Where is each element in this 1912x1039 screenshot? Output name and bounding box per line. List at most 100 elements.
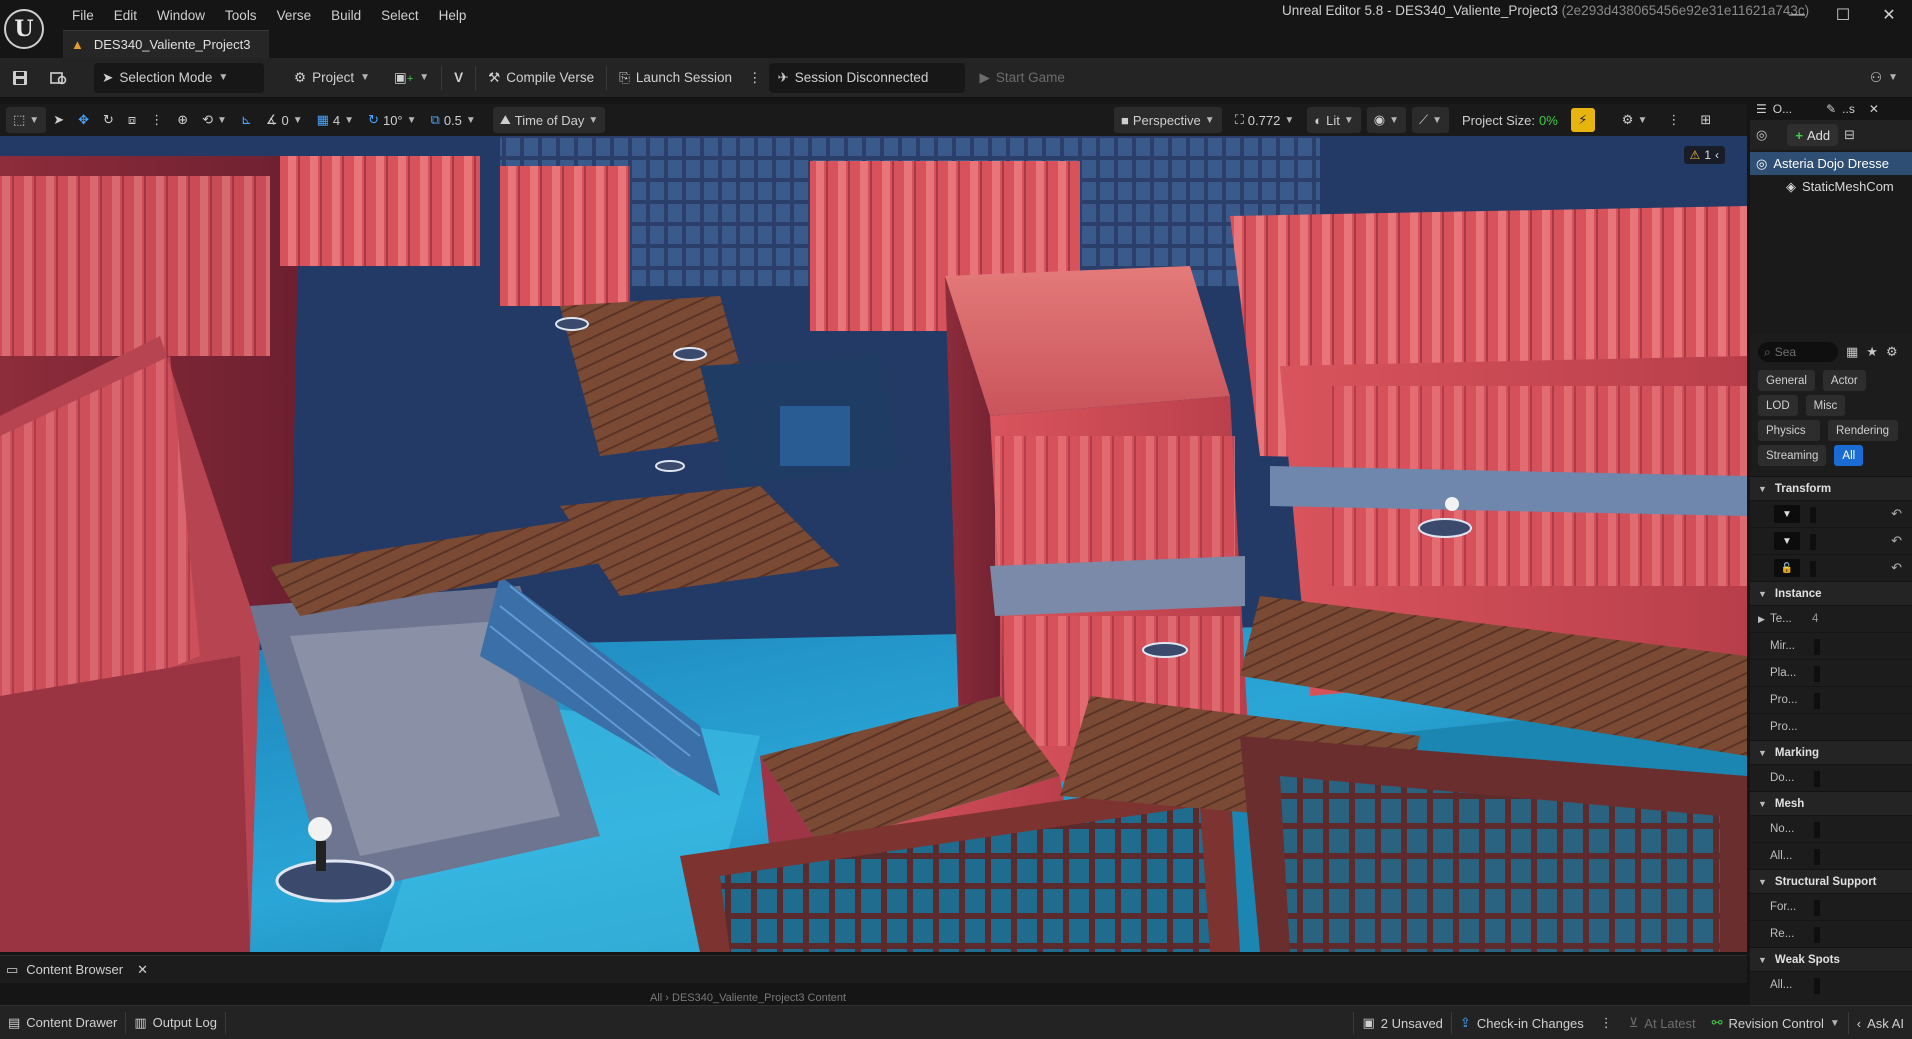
collaborators-icon[interactable]: ⚇ ▼ (1862, 63, 1906, 93)
expand-arrow-icon[interactable]: ▶ (1758, 614, 1765, 625)
blueprint-icon[interactable]: ⊟ (1844, 127, 1855, 143)
menu-verse[interactable]: Verse (267, 6, 322, 25)
chevron-down-icon[interactable]: ▼ (1774, 505, 1800, 523)
rotate-tool-icon[interactable]: ↻ (96, 107, 121, 133)
add-content-dropdown[interactable]: ▣+ ▼ (386, 63, 437, 93)
category-physics[interactable]: Physics (1758, 420, 1820, 441)
at-latest-status[interactable]: ⊻ At Latest (1621, 1008, 1704, 1038)
viewport-more-icon[interactable]: ⋮ (1660, 107, 1687, 133)
section-marking[interactable]: ▼ Marking (1750, 740, 1912, 764)
add-component-button[interactable]: + Add (1787, 124, 1839, 146)
menu-build[interactable]: Build (321, 6, 371, 25)
menu-tools[interactable]: Tools (215, 6, 267, 25)
output-log-button[interactable]: ▥ Output Log (126, 1008, 225, 1038)
reset-icon[interactable]: ↶ (1891, 506, 1902, 522)
ask-ai-button[interactable]: ‹ Ask AI (1849, 1008, 1912, 1038)
more-options-icon[interactable]: ⋮ (740, 63, 770, 93)
revision-control-dropdown[interactable]: ⚯ Revision Control ▼ (1704, 1008, 1848, 1038)
world-space-icon[interactable]: ⊕ (170, 107, 195, 133)
property-value[interactable] (1810, 507, 1816, 523)
category-all[interactable]: All (1834, 445, 1864, 466)
more-options-icon[interactable]: ⋮ (1592, 1008, 1621, 1038)
category-lod[interactable]: LOD (1758, 395, 1798, 416)
actor-icon[interactable]: ◎ (1756, 127, 1767, 143)
select-tool-dropdown[interactable]: ⬚ ▼ (6, 107, 47, 133)
maximize-icon[interactable]: ☐ (1820, 0, 1866, 30)
project-tab[interactable]: ▲ DES340_Valiente_Project3 (63, 30, 269, 58)
close-icon[interactable]: ✕ (1869, 102, 1879, 116)
property-value[interactable] (1810, 534, 1816, 550)
outliner-child-item[interactable]: ◈ StaticMeshCom (1750, 175, 1912, 198)
category-general[interactable]: General (1758, 370, 1815, 391)
content-path-breadcrumb[interactable]: All › DES340_Valiente_Project3 Content (650, 992, 846, 1004)
grid-snap-dropdown[interactable]: ▦ 4 ▼ (310, 107, 361, 133)
selection-mode-dropdown[interactable]: ➤ Selection Mode ▼ (94, 62, 264, 93)
section-structural-support[interactable]: ▼ Structural Support (1750, 869, 1912, 893)
property-value[interactable] (1814, 693, 1820, 709)
property-value-text[interactable]: 4 (1812, 613, 1818, 625)
camera-speed-dropdown[interactable]: ⛶ 0.772 ▼ (1228, 107, 1302, 133)
unsaved-button[interactable]: ▣ 2 Unsaved (1354, 1008, 1450, 1038)
property-value[interactable] (1814, 771, 1820, 787)
move-tool-icon[interactable]: ✥ (71, 107, 96, 133)
session-status[interactable]: ✈ Session Disconnected (769, 62, 966, 93)
realtime-warning-icon[interactable]: ⚡ (1570, 108, 1595, 132)
gear-icon[interactable]: ⚙ (1886, 344, 1898, 360)
table-view-icon[interactable]: ▦ (1846, 344, 1858, 360)
section-instance[interactable]: ▼ Instance (1750, 581, 1912, 605)
property-value[interactable] (1810, 561, 1816, 577)
outliner-tab[interactable]: O... (1773, 102, 1792, 116)
show-flags-dropdown[interactable]: ◉ ▼ (1366, 107, 1406, 133)
surface-snap-dropdown[interactable]: ⟲ ▼ (195, 107, 234, 133)
section-transform[interactable]: ▼ Transform (1750, 476, 1912, 500)
close-icon[interactable]: ✕ (137, 962, 148, 978)
menu-help[interactable]: Help (429, 6, 477, 25)
perspective-dropdown[interactable]: ■ Perspective ▼ (1114, 107, 1222, 133)
browse-icon[interactable] (40, 63, 78, 93)
snap-icon[interactable]: ⊾ (234, 107, 259, 133)
content-browser-tab[interactable]: ▭ Content Browser ✕ (0, 955, 1747, 983)
lit-dropdown[interactable]: ◐ Lit ▼ (1307, 107, 1361, 133)
property-value[interactable] (1814, 666, 1820, 682)
angle-snap-dropdown[interactable]: ↻ 10° ▼ (361, 107, 423, 133)
reset-icon[interactable]: ↶ (1891, 533, 1902, 549)
details-tab[interactable]: ..s (1842, 102, 1855, 116)
project-dropdown[interactable]: ⚙ Project ▼ (286, 63, 378, 93)
lock-icon[interactable]: 🔓 (1774, 559, 1800, 577)
verse-icon[interactable]: V (446, 63, 471, 93)
viewport-warning-badge[interactable]: ⚠ 1 ‹ (1683, 146, 1725, 164)
property-value[interactable] (1814, 639, 1820, 655)
cursor-tool-icon[interactable]: ➤ (46, 107, 71, 133)
section-mesh[interactable]: ▼ Mesh (1750, 791, 1912, 815)
time-of-day-dropdown[interactable]: ⛰ Time of Day ▼ (492, 107, 606, 133)
minimize-icon[interactable]: — (1774, 0, 1820, 30)
menu-window[interactable]: Window (147, 6, 215, 25)
unreal-logo-icon[interactable]: U (4, 9, 44, 49)
scale-tool-icon[interactable]: ⧈ (121, 107, 143, 133)
details-search-input[interactable]: ⌕ Sea (1758, 342, 1838, 362)
close-icon[interactable]: ✕ (1866, 0, 1912, 30)
start-game-button[interactable]: ▶ Start Game (971, 63, 1072, 93)
property-value[interactable] (1814, 978, 1820, 994)
check-in-changes-button[interactable]: ⇪ Check-in Changes (1452, 1008, 1592, 1038)
favorite-star-icon[interactable]: ★ (1866, 344, 1878, 360)
menu-edit[interactable]: Edit (104, 6, 147, 25)
save-icon[interactable] (0, 63, 40, 93)
outliner-selected-item[interactable]: ◎ Asteria Dojo Dresse (1750, 152, 1912, 175)
performance-dropdown[interactable]: ⟋ ▼ (1412, 107, 1450, 133)
category-misc[interactable]: Misc (1805, 395, 1846, 416)
property-value[interactable] (1814, 822, 1820, 838)
property-value[interactable] (1814, 900, 1820, 916)
category-actor[interactable]: Actor (1822, 370, 1866, 391)
menu-file[interactable]: File (62, 6, 104, 25)
viewport-settings-dropdown[interactable]: ⚙ ▼ (1615, 107, 1655, 133)
property-value[interactable] (1814, 927, 1820, 943)
category-streaming[interactable]: Streaming (1758, 445, 1827, 466)
section-weak-spots[interactable]: ▼ Weak Spots (1750, 947, 1912, 971)
viewport-layout-icon[interactable]: ⊞ (1693, 107, 1718, 133)
property-value[interactable] (1814, 849, 1820, 865)
reset-icon[interactable]: ↶ (1891, 560, 1902, 576)
compile-verse-button[interactable]: ⚒ Compile Verse (480, 63, 602, 93)
content-drawer-button[interactable]: ▤ Content Drawer (0, 1008, 125, 1038)
scale-snap-dropdown[interactable]: ⧉ 0.5 ▼ (424, 107, 483, 133)
